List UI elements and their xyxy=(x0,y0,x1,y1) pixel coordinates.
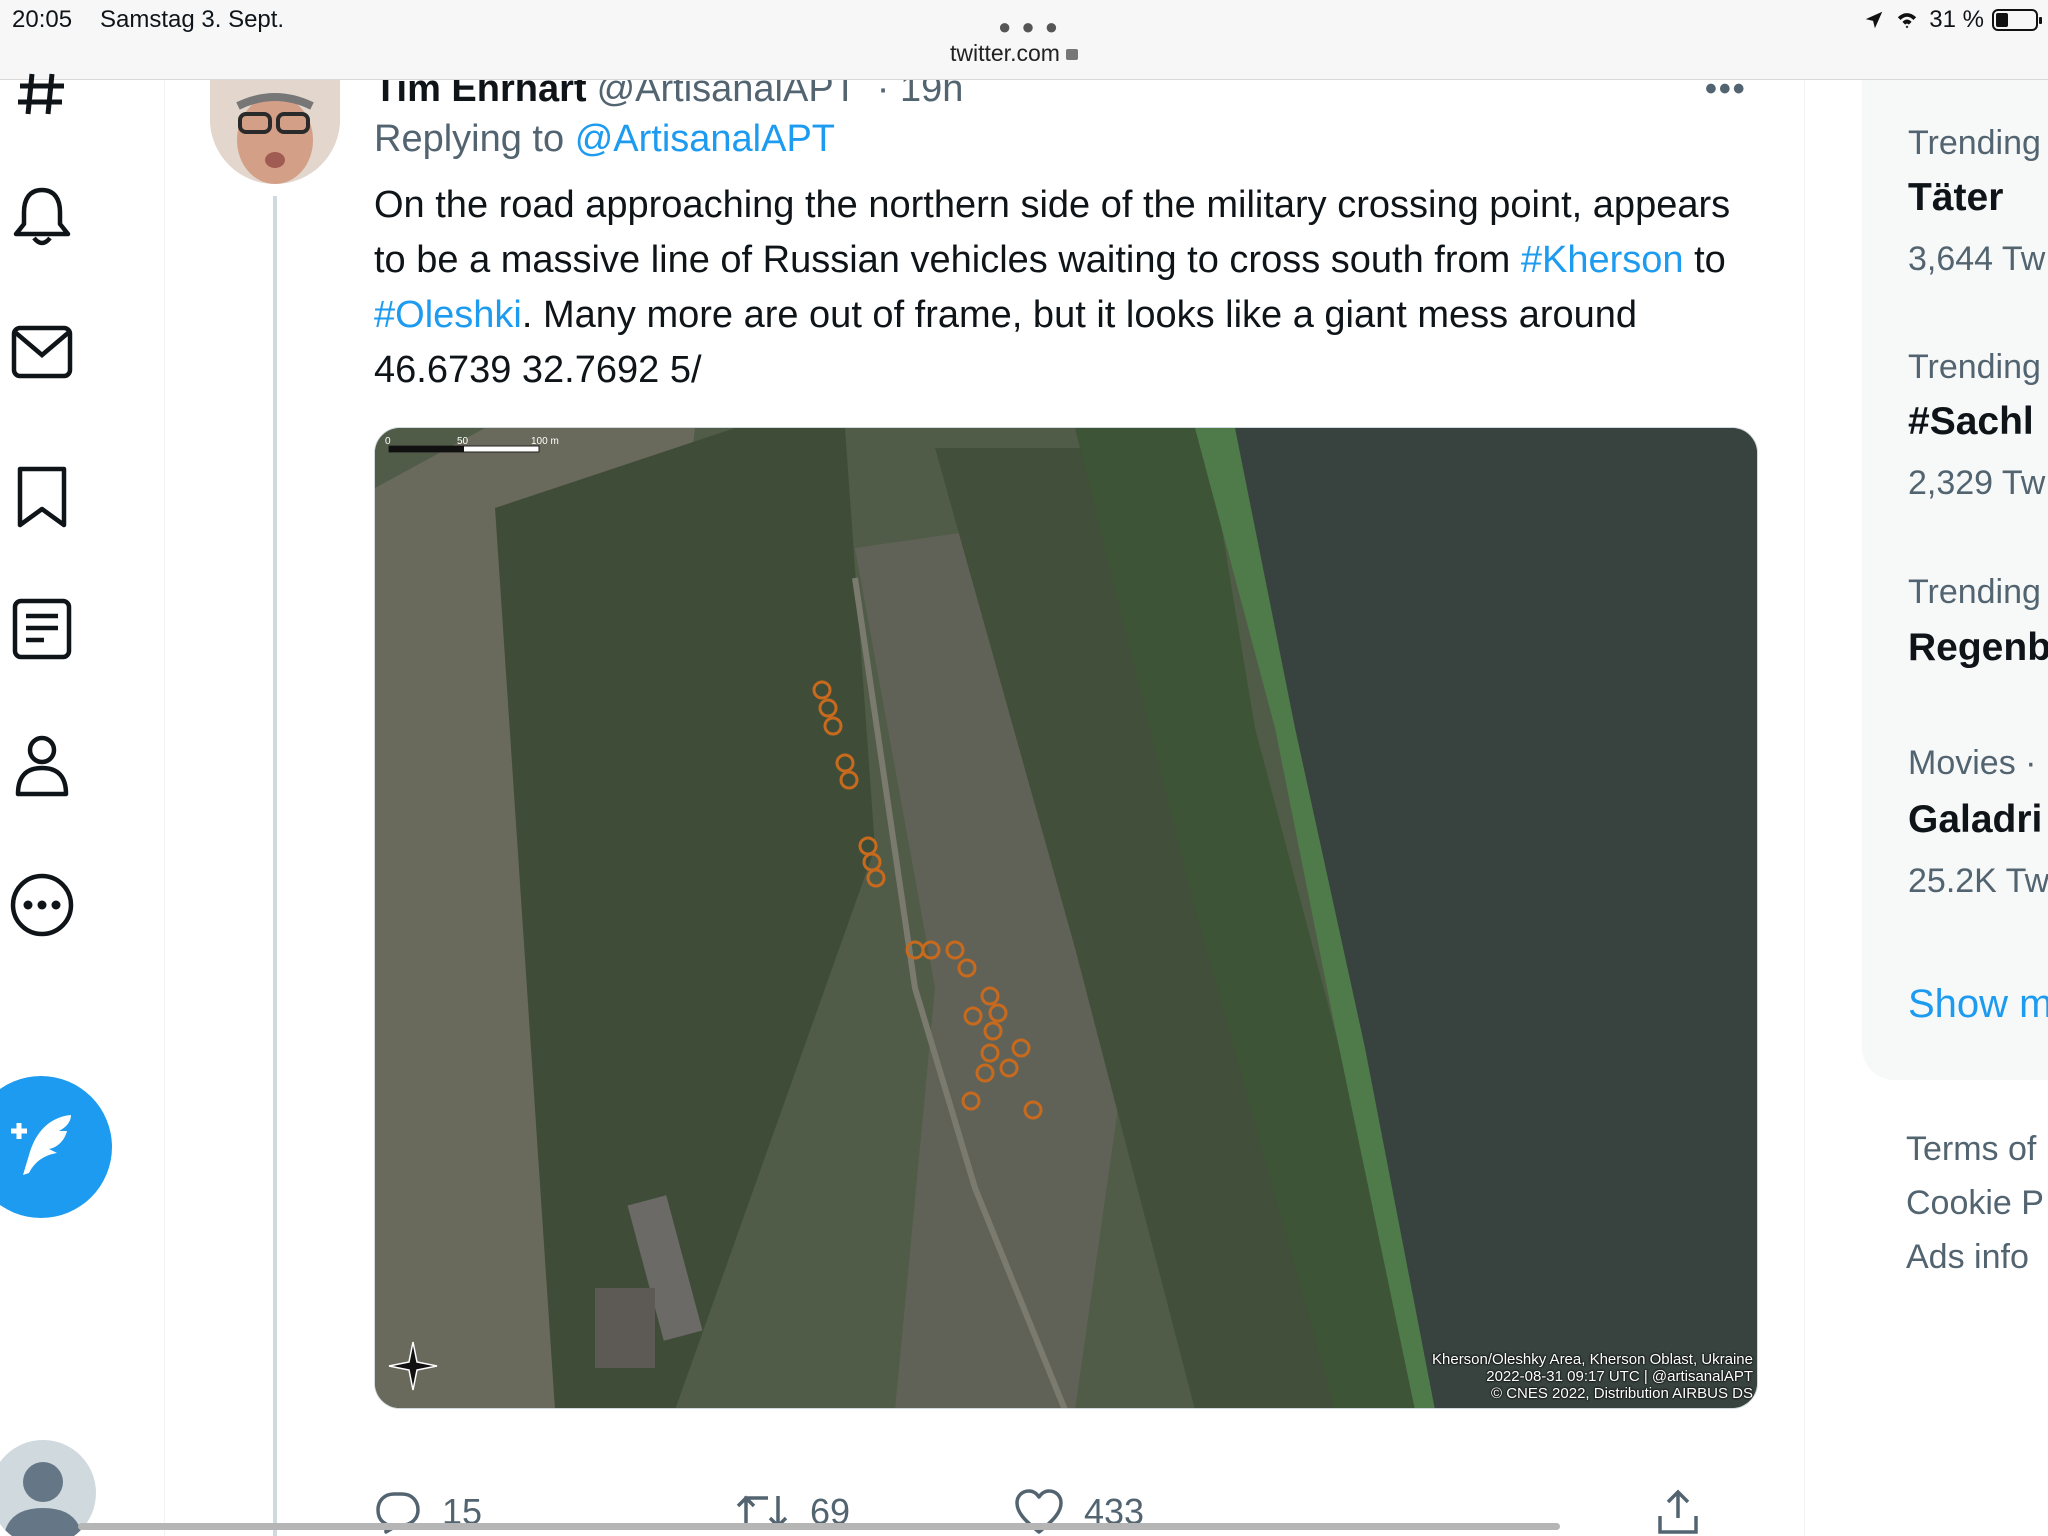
default-avatar-icon xyxy=(3,1462,83,1536)
show-more-link[interactable]: Show m xyxy=(1908,982,2048,1027)
trend-title: Täter xyxy=(1908,176,2004,219)
tweet-author[interactable]: Tim Ehrhart @ArtisanalAPT · 19h xyxy=(374,80,963,111)
url-text: twitter.com xyxy=(950,40,1060,66)
share-button[interactable] xyxy=(1654,1488,1702,1536)
list-icon[interactable] xyxy=(8,595,76,663)
bookmark-icon[interactable] xyxy=(8,463,76,531)
column-divider xyxy=(1804,80,1805,1536)
tweet-image[interactable]: 0 50 100 m Kherson/Oleshky Area, Kherson… xyxy=(374,427,1758,1409)
sidebar-nav xyxy=(0,73,165,1536)
date: Samstag 3. Sept. xyxy=(100,6,285,33)
caption-line: © CNES 2022, Distribution AIRBUS DS xyxy=(1491,1385,1753,1402)
author-handle[interactable]: @ArtisanalAPT xyxy=(597,80,857,110)
footer-link-terms[interactable]: Terms of xyxy=(1906,1130,2036,1169)
trend-count: 2,329 Tw xyxy=(1908,464,2046,502)
tweet-text: On the road approaching the northern sid… xyxy=(374,178,1764,398)
trend-title: #Sachl xyxy=(1908,400,2034,443)
location-arrow-icon xyxy=(1866,11,1883,29)
footer-link-ads[interactable]: Ads info xyxy=(1906,1238,2029,1277)
address-bar[interactable]: twitter.com xyxy=(950,40,1078,67)
hashtag-link-oleshki[interactable]: #Oleshki xyxy=(374,294,522,336)
author-avatar[interactable] xyxy=(210,80,340,184)
more-circle-icon[interactable] xyxy=(8,871,76,939)
hashtag-icon[interactable] xyxy=(8,60,76,128)
replying-handle-link[interactable]: @ArtisanalAPT xyxy=(575,118,835,160)
footer-link-cookie[interactable]: Cookie P xyxy=(1906,1184,2044,1223)
caption-line: 2022-08-31 09:17 UTC | @artisanalAPT xyxy=(1486,1368,1753,1385)
compass-icon xyxy=(388,1341,438,1391)
battery-percent: 31 % xyxy=(1929,6,1984,33)
lock-icon xyxy=(1065,49,1078,60)
tweet[interactable]: Tim Ehrhart @ArtisanalAPT · 19h ••• Reply… xyxy=(165,80,1804,1536)
account-avatar[interactable] xyxy=(0,1440,96,1536)
trend-count: 3,644 Tw xyxy=(1908,240,2046,278)
tweet-time[interactable]: · 19h xyxy=(877,80,964,110)
trend-category: Movies · xyxy=(1908,744,2037,782)
compose-tweet-button[interactable] xyxy=(0,1076,112,1218)
trend-category: Trending xyxy=(1908,348,2041,386)
caption-line: Kherson/Oleshky Area, Kherson Oblast, Uk… xyxy=(1432,1351,1753,1368)
clock: 20:05 xyxy=(12,6,73,33)
thread-line xyxy=(273,196,277,1536)
trend-category: Trending xyxy=(1908,573,2041,611)
trend-title: Galadri xyxy=(1908,798,2043,841)
tweet-text-part: . Many more are out of frame, but it loo… xyxy=(374,294,1638,391)
tweet-more-icon[interactable]: ••• xyxy=(1705,80,1747,109)
trend-title: Regenb xyxy=(1908,626,2048,669)
satellite-image xyxy=(375,428,1757,1408)
status-icons: 31 % xyxy=(1863,6,2042,34)
person-icon[interactable] xyxy=(8,732,76,800)
status-bar: 20:05 Samstag 3. Sept. ● ● ● twitter.com… xyxy=(0,0,2048,80)
author-name[interactable]: Tim Ehrhart xyxy=(374,80,587,110)
scale-label: 50 xyxy=(457,436,469,447)
image-caption: Kherson/Oleshky Area, Kherson Oblast, Uk… xyxy=(1432,1351,1753,1402)
replying-to: Replying to @ArtisanalAPT xyxy=(374,118,835,161)
tweet-text-part: to xyxy=(1694,239,1726,281)
hashtag-link-kherson[interactable]: #Kherson xyxy=(1521,239,1684,281)
scale-label: 100 m xyxy=(531,436,559,447)
mail-icon[interactable] xyxy=(8,318,76,386)
trends-panel: Trending Täter 3,644 Tw Trending #Sachl … xyxy=(1862,80,2048,1080)
scale-label: 0 xyxy=(385,436,391,447)
trend-count: 25.2K Tw xyxy=(1908,862,2048,900)
replying-prefix: Replying to xyxy=(374,118,565,160)
share-icon xyxy=(1658,1489,1698,1534)
horizontal-scrollbar[interactable] xyxy=(78,1523,1560,1530)
bell-icon[interactable] xyxy=(8,183,76,251)
compose-feather-icon xyxy=(11,1115,71,1175)
trend-category: Trending xyxy=(1908,124,2041,162)
right-sidebar: Trending Täter 3,644 Tw Trending #Sachl … xyxy=(1862,80,2048,1536)
multitask-dots-icon[interactable]: ● ● ● xyxy=(998,14,1060,40)
wifi-icon xyxy=(1898,13,1917,29)
battery-icon xyxy=(1992,9,2042,31)
